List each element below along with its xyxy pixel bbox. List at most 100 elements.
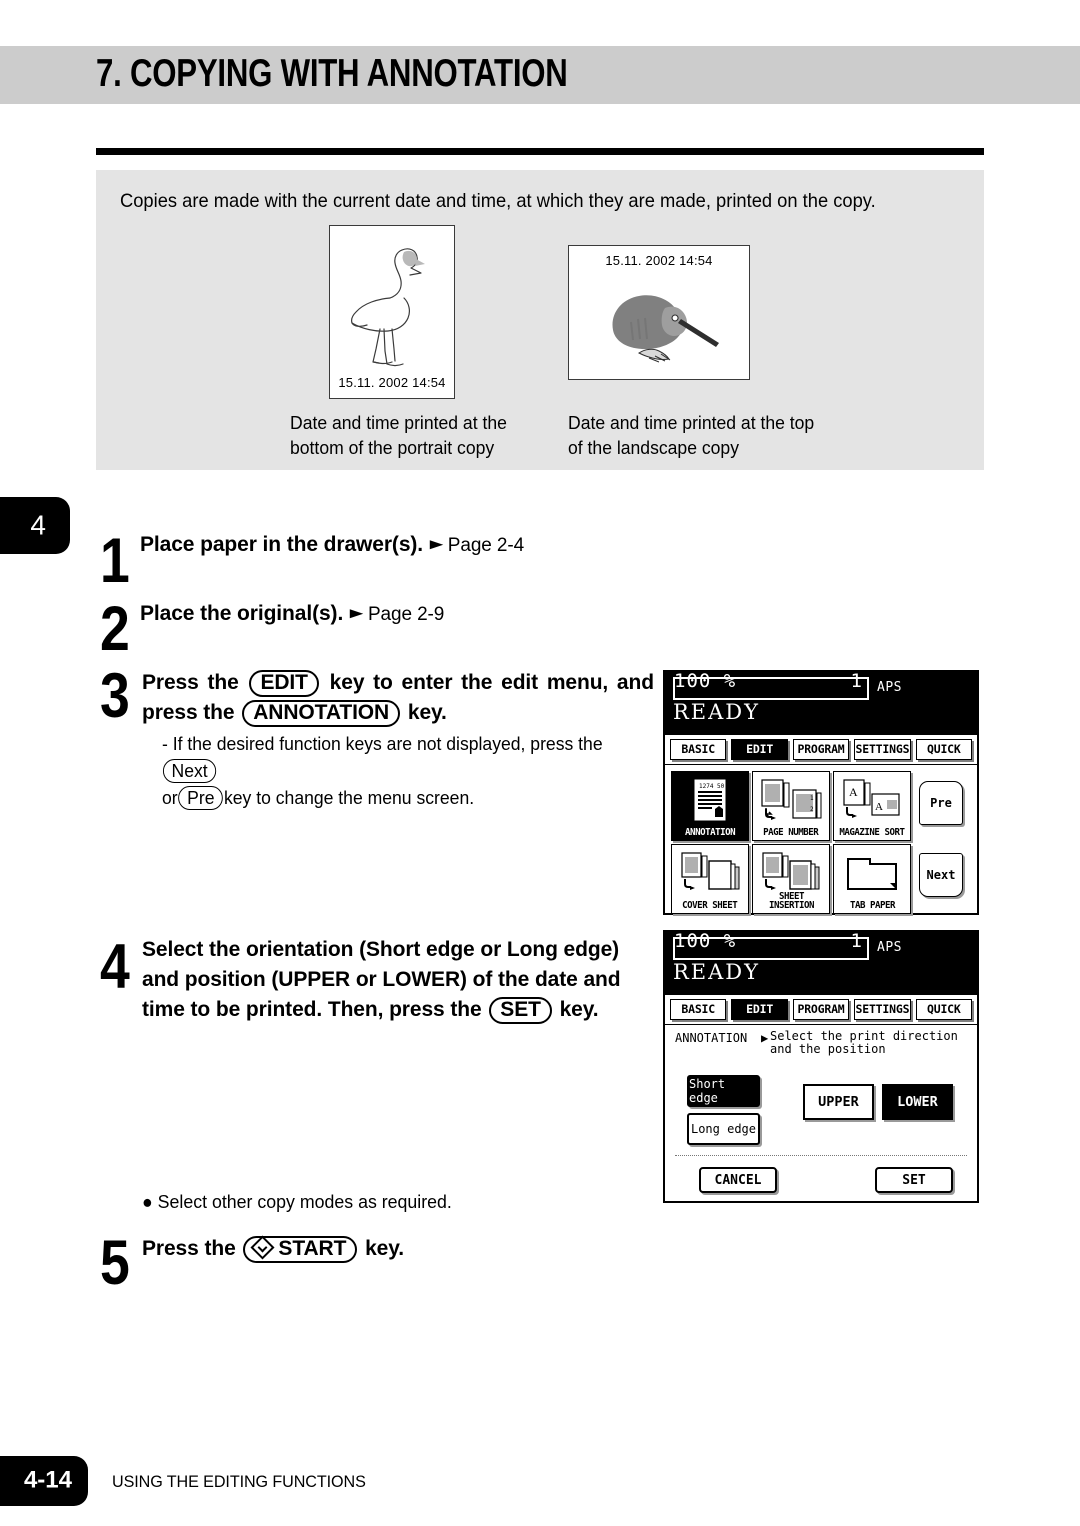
tab-quick[interactable]: QUICK	[915, 999, 973, 1020]
step-3-text-part2: key to enter the edit menu, and	[329, 671, 654, 694]
step-3-text-part4: key.	[407, 701, 447, 724]
function-key-tab-paper[interactable]: TAB PAPER	[833, 844, 911, 914]
intro-description: Copies are made with the current date an…	[120, 190, 876, 212]
set-key-reference: SET	[489, 997, 552, 1024]
position-lower-button[interactable]: LOWER	[882, 1084, 953, 1120]
position-upper-button[interactable]: UPPER	[803, 1084, 874, 1120]
edit-key-reference: EDIT	[249, 670, 319, 697]
set-button[interactable]: SET	[875, 1167, 953, 1193]
lcd-copy-count: 1	[850, 670, 862, 692]
footer-page-tab: 4-14	[0, 1456, 88, 1506]
function-key-cover-sheet[interactable]: COVER SHEET	[671, 844, 749, 914]
step-2-number: 2	[100, 594, 130, 664]
step-3-text: Press the EDIT key to enter the edit men…	[142, 668, 654, 728]
lcd-edit-menu-screen[interactable]: 100 % 1 APS READY BASIC EDIT PROGRAM SET…	[663, 670, 979, 915]
lcd-function-grid: 1274 50 ANNOTATION 1 2 PAGE NUMBER A A M…	[671, 771, 911, 914]
function-key-label: COVER SHEET	[682, 899, 738, 911]
step-3-note-part2: or	[162, 787, 178, 808]
pre-key-reference: Pre	[178, 786, 224, 810]
tab-basic[interactable]: BASIC	[670, 999, 727, 1020]
tab-quick[interactable]: QUICK	[915, 739, 973, 760]
step-4-line3-part2: key.	[559, 998, 599, 1021]
magazine-sort-icon: A A	[834, 776, 910, 824]
step-2-instruction: Place the original(s).	[140, 602, 344, 625]
prompt-caret-icon: ▶	[761, 1031, 769, 1045]
next-key-reference: Next	[162, 759, 217, 783]
step-3-text-part1: Press the	[142, 671, 239, 694]
step-3-number: 3	[100, 661, 130, 731]
header-divider-rule	[96, 148, 984, 155]
orientation-long-edge-button[interactable]: Long edge	[687, 1113, 760, 1145]
function-key-page-number[interactable]: 1 2 PAGE NUMBER	[752, 771, 830, 841]
step-2-page-ref: Page 2-9	[367, 604, 445, 625]
tab-edit[interactable]: EDIT	[731, 739, 788, 760]
function-key-label: MAGAZINE SORT	[839, 826, 905, 838]
tab-edit[interactable]: EDIT	[731, 999, 788, 1020]
page-arrow-icon: ►	[345, 605, 368, 622]
step-5-text-part1: Press the	[142, 1237, 236, 1260]
page-number-icon: 1 2	[753, 776, 829, 824]
function-key-sheet-insertion[interactable]: SHEET INSERTION	[752, 844, 830, 914]
annotation-page-icon: 1274 50	[672, 776, 748, 824]
step-4-line-1: Select the orientation (Short edge or Lo…	[142, 938, 620, 961]
start-diamond-icon	[250, 1235, 275, 1260]
tab-settings[interactable]: SETTINGS	[854, 999, 911, 1020]
lcd-status-text: READY	[673, 700, 761, 724]
function-key-label: TAB PAPER	[849, 899, 895, 911]
step-5-text: Press the START key.	[142, 1234, 654, 1264]
tab-settings[interactable]: SETTINGS	[854, 739, 911, 760]
step-4-line3-part1: time to be printed. Then, press the	[142, 998, 482, 1021]
step-1-instruction: Place paper in the drawer(s).	[140, 533, 424, 556]
footer-page-number: 4-14	[23, 1466, 72, 1494]
tab-program[interactable]: PROGRAM	[792, 999, 850, 1020]
step-4-line-2: and position (UPPER or LOWER) of the dat…	[142, 968, 621, 991]
step-4-number: 4	[100, 932, 130, 1002]
orientation-short-edge-button[interactable]: Short edge	[687, 1075, 760, 1107]
lcd-status-bar: 100 % 1 APS READY	[665, 932, 977, 995]
sheet-insertion-icon	[753, 849, 829, 897]
step-5-text-part2: key.	[365, 1237, 405, 1260]
step-3-text-part3: press the	[142, 701, 235, 724]
start-key-label: START	[278, 1237, 347, 1260]
annotation-key-reference: ANNOTATION	[242, 700, 401, 727]
lcd-annotation-body: ANNOTATION ▶ Select the print direction …	[665, 1025, 977, 1201]
landscape-copy-sample: 15.11. 2002 14:54	[568, 245, 750, 380]
lcd-annotation-setup-screen[interactable]: 100 % 1 APS READY BASIC EDIT PROGRAM SET…	[663, 930, 979, 1203]
step-5-number: 5	[100, 1228, 130, 1298]
page-title: 7. COPYING WITH ANNOTATION	[96, 52, 568, 96]
lcd-tab-bar: BASIC EDIT PROGRAM SETTINGS QUICK	[665, 995, 977, 1025]
step-1-text: Place paper in the drawer(s). ►Page 2-4	[140, 530, 660, 561]
cancel-button[interactable]: CANCEL	[699, 1167, 777, 1193]
lcd-copy-count: 1	[850, 930, 862, 952]
step-3-note-part3: key to change the menu screen.	[223, 787, 475, 808]
tab-basic[interactable]: BASIC	[670, 739, 727, 760]
lcd-separator	[675, 1155, 967, 1156]
step-5-bullet-text: Select other copy modes as required.	[157, 1191, 452, 1212]
chapter-header-bar: 7. COPYING WITH ANNOTATION	[0, 46, 1080, 104]
svg-text:A: A	[849, 785, 858, 799]
step-4-line-3: time to be printed. Then, press the SET …	[142, 995, 654, 1025]
function-key-annotation[interactable]: 1274 50 ANNOTATION	[671, 771, 749, 841]
step-5-bullet: ● Select other copy modes as required.	[142, 1191, 452, 1213]
step-1-page-ref: Page 2-4	[447, 535, 525, 556]
annotation-prompt-text: Select the print direction and the posit…	[770, 1029, 958, 1056]
chapter-number-label: 4	[30, 508, 46, 540]
page-arrow-icon: ►	[425, 536, 448, 553]
tab-paper-icon	[834, 849, 910, 897]
lcd-function-grid-area: 1274 50 ANNOTATION 1 2 PAGE NUMBER A A M…	[665, 765, 977, 914]
footer-section-title: USING THE EDITING FUNCTIONS	[112, 1472, 366, 1491]
landscape-sample-caption: Date and time printed at the top of the l…	[568, 412, 815, 458]
function-key-label: SHEET INSERTION	[768, 891, 814, 911]
kiwi-bird-illustration	[612, 295, 719, 363]
next-page-button[interactable]: Next	[919, 853, 963, 897]
previous-page-button[interactable]: Pre	[919, 781, 963, 825]
tab-program[interactable]: PROGRAM	[792, 739, 850, 760]
lcd-zoom-ratio: 100 %	[674, 670, 737, 692]
chapter-number-tab: 4	[0, 497, 70, 554]
svg-text:1: 1	[810, 795, 814, 802]
svg-text:1274 50: 1274 50	[699, 783, 725, 790]
start-key-reference: START	[243, 1235, 358, 1263]
portrait-date-stamp: 15.11. 2002 14:54	[338, 375, 446, 390]
function-key-label: ANNOTATION	[684, 826, 736, 838]
function-key-magazine-sort[interactable]: A A MAGAZINE SORT	[833, 771, 911, 841]
